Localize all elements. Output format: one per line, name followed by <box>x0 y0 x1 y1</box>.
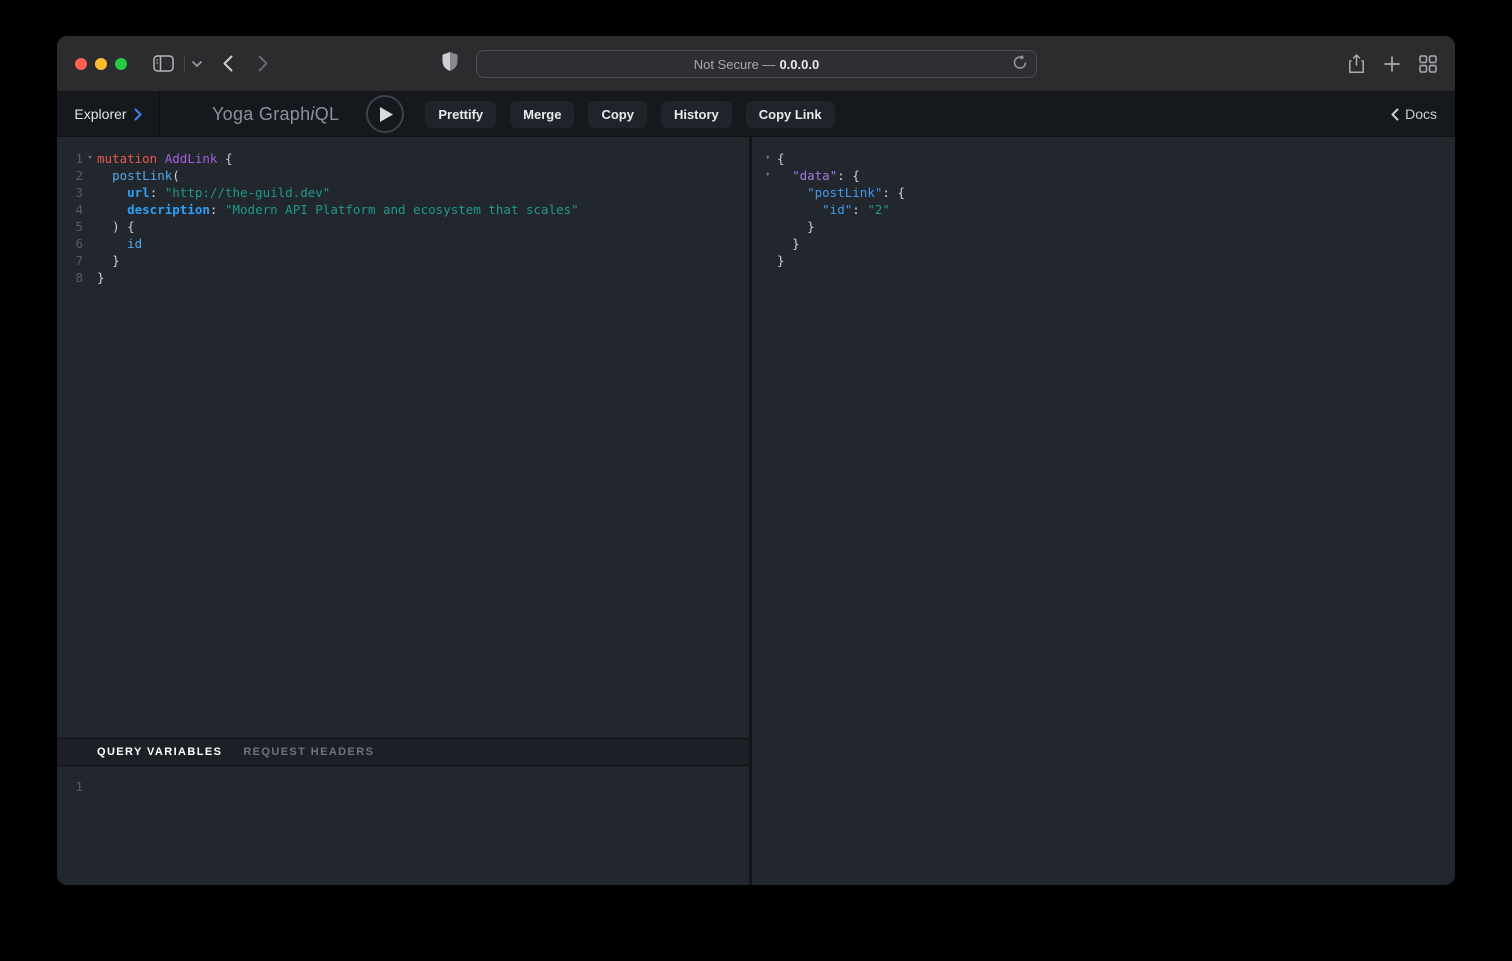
fold-toggle-icon[interactable]: ▾ <box>765 150 777 167</box>
fold-spacer <box>83 201 97 218</box>
code-line: ▾{ <box>765 150 1455 167</box>
code-line: "id": "2" <box>765 201 1455 218</box>
browser-toolbar: Not Secure — 0.0.0.0 <box>57 36 1455 92</box>
fold-spacer <box>83 184 97 201</box>
line-number: 2 <box>57 167 83 184</box>
code-line: 2 postLink( <box>57 167 749 184</box>
chevron-right-icon <box>134 108 142 121</box>
fold-spacer <box>83 218 97 235</box>
back-icon[interactable] <box>223 55 233 72</box>
response-panel[interactable]: ▾{▾ "data": { "postLink": { "id": "2" } … <box>752 137 1455 885</box>
fold-spacer <box>765 184 777 201</box>
code-line: ▾ "data": { <box>765 167 1455 184</box>
line-number: 6 <box>57 235 83 252</box>
code-line: "postLink": { <box>765 184 1455 201</box>
fold-spacer <box>765 235 777 252</box>
sidebar-toggle-icon[interactable] <box>153 55 174 72</box>
content-area: 1▾mutation AddLink {2 postLink(3 url: "h… <box>57 137 1455 885</box>
docs-label: Docs <box>1405 106 1437 122</box>
code-line: 6 id <box>57 235 749 252</box>
prettify-button[interactable]: Prettify <box>425 101 496 128</box>
zoom-window-button[interactable] <box>115 58 127 70</box>
graphiql-header: Explorer Yoga GraphiQL Prettify Merge Copy… <box>57 92 1455 137</box>
code-line: 5 ) { <box>57 218 749 235</box>
tab-query-variables[interactable]: QUERY VARIABLES <box>97 746 222 758</box>
history-button[interactable]: History <box>661 101 732 128</box>
url-field[interactable]: Not Secure — 0.0.0.0 <box>476 50 1037 78</box>
forward-icon[interactable] <box>258 55 268 72</box>
code-line: 1 <box>57 778 749 795</box>
line-number: 5 <box>57 218 83 235</box>
code-line: } <box>765 218 1455 235</box>
left-pane: 1▾mutation AddLink {2 postLink(3 url: "h… <box>57 137 749 885</box>
share-icon[interactable] <box>1348 54 1365 74</box>
minimize-window-button[interactable] <box>95 58 107 70</box>
browser-window: Not Secure — 0.0.0.0 <box>57 36 1455 885</box>
line-number: 3 <box>57 184 83 201</box>
fold-spacer <box>83 167 97 184</box>
line-number: 7 <box>57 252 83 269</box>
reload-icon[interactable] <box>1013 55 1027 73</box>
code-line: } <box>765 235 1455 252</box>
merge-button[interactable]: Merge <box>510 101 574 128</box>
line-number: 4 <box>57 201 83 218</box>
tab-request-headers[interactable]: REQUEST HEADERS <box>243 746 374 758</box>
line-number: 1 <box>57 778 83 795</box>
code-line: 8} <box>57 269 749 286</box>
code-line: 4 description: "Modern API Platform and … <box>57 201 749 218</box>
code-line: 3 url: "http://the-guild.dev" <box>57 184 749 201</box>
page-title: Yoga GraphiQL <box>212 104 339 125</box>
execute-query-button[interactable] <box>366 95 404 133</box>
line-number: 8 <box>57 269 83 286</box>
query-editor[interactable]: 1▾mutation AddLink {2 postLink(3 url: "h… <box>57 137 749 738</box>
copy-button[interactable]: Copy <box>588 101 647 128</box>
variables-tabbar: QUERY VARIABLES REQUEST HEADERS <box>57 738 749 766</box>
header-buttons: Prettify Merge Copy History Copy Link <box>425 101 834 128</box>
play-icon <box>380 107 393 122</box>
code-line: 1▾mutation AddLink { <box>57 150 749 167</box>
privacy-shield-icon[interactable] <box>442 51 458 76</box>
code-line: } <box>765 252 1455 269</box>
copy-link-button[interactable]: Copy Link <box>746 101 835 128</box>
explorer-label: Explorer <box>74 106 126 122</box>
fold-toggle-icon[interactable]: ▾ <box>765 167 777 184</box>
chevron-down-icon[interactable] <box>192 61 202 67</box>
fold-spacer <box>83 235 97 252</box>
chevron-left-icon <box>1391 108 1399 121</box>
url-security-label: Not Secure — <box>694 57 776 72</box>
docs-button[interactable]: Docs <box>1391 106 1437 122</box>
traffic-lights <box>75 58 127 70</box>
tab-overview-icon[interactable] <box>1419 55 1437 73</box>
fold-spacer <box>83 269 97 286</box>
code-line: 7 } <box>57 252 749 269</box>
variables-editor[interactable]: 1 <box>57 766 749 885</box>
fold-spacer <box>765 201 777 218</box>
fold-spacer <box>83 252 97 269</box>
url-host: 0.0.0.0 <box>779 57 819 72</box>
explorer-toggle[interactable]: Explorer <box>57 92 160 136</box>
fold-spacer <box>765 218 777 235</box>
toolbar-divider <box>184 56 185 72</box>
new-tab-icon[interactable] <box>1384 56 1400 72</box>
toolbar-right-icons <box>1348 36 1437 92</box>
line-number: 1 <box>57 150 83 167</box>
fold-toggle-icon[interactable]: ▾ <box>83 150 97 167</box>
close-window-button[interactable] <box>75 58 87 70</box>
fold-spacer <box>765 252 777 269</box>
